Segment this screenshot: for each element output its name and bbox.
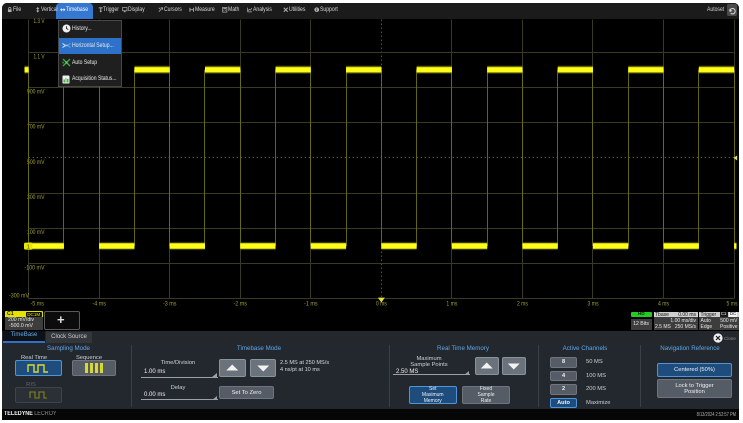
svg-text:-3 ms: -3 ms: [163, 301, 177, 308]
svg-text:3 ms: 3 ms: [588, 301, 599, 308]
svg-text:-1 ms: -1 ms: [304, 301, 318, 308]
svg-text:5 ms: 5 ms: [727, 301, 738, 308]
svg-text:900 mV: 900 mV: [27, 88, 45, 95]
svg-text:100 mV: 100 mV: [27, 229, 45, 236]
svg-text:4 ms: 4 ms: [658, 301, 669, 308]
svg-text:-100 mV: -100 mV: [25, 264, 46, 271]
svg-text:1 ms: 1 ms: [446, 301, 457, 308]
svg-text:1.1 V: 1.1 V: [34, 53, 46, 60]
svg-text:700 mV: 700 mV: [27, 124, 45, 131]
svg-text:-300 mV: -300 mV: [9, 293, 30, 300]
svg-text:2 ms: 2 ms: [517, 301, 528, 308]
svg-text:300 mV: 300 mV: [27, 194, 45, 201]
svg-text:1.3 V: 1.3 V: [34, 18, 46, 25]
svg-text:1: 1: [27, 244, 30, 250]
svg-text:-2 ms: -2 ms: [234, 301, 248, 308]
svg-text:500 mV: 500 mV: [27, 159, 45, 166]
svg-text:-5 ms: -5 ms: [31, 301, 45, 308]
svg-text:-4 ms: -4 ms: [92, 301, 106, 308]
